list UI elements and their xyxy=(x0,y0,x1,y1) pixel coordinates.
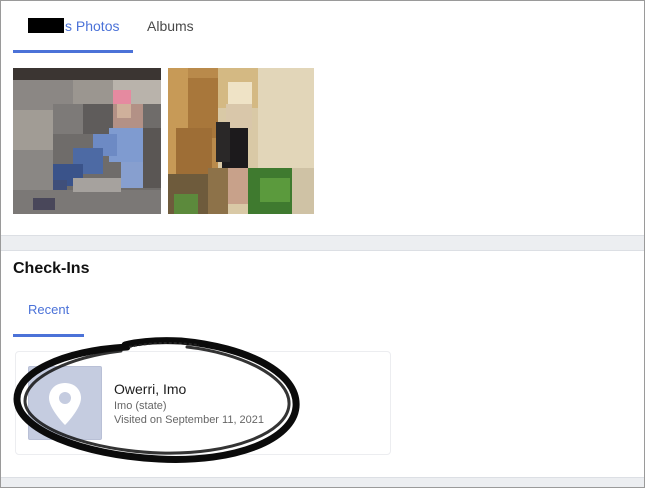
location-pin-icon xyxy=(49,383,81,425)
photo-thumbnail-2[interactable] xyxy=(168,68,314,214)
section-divider xyxy=(1,235,644,251)
checkin-card[interactable]: Owerri, Imo Imo (state) Visited on Septe… xyxy=(15,351,391,455)
place-subtitle: Imo (state) xyxy=(114,400,167,412)
tab-photos-label: s Photos xyxy=(65,18,120,34)
checkins-title: Check-Ins xyxy=(13,260,90,277)
tab-albums[interactable]: Albums xyxy=(147,18,194,34)
tab-recent[interactable]: Recent xyxy=(13,301,84,337)
section-divider-bottom xyxy=(1,477,644,487)
tab-photos[interactable]: s Photos xyxy=(13,1,133,53)
redaction-bar xyxy=(28,18,64,33)
photo-thumbnail-1[interactable] xyxy=(13,68,161,214)
profile-panel: s Photos Albums Check-Ins Recent Owerri,… xyxy=(0,0,645,488)
place-thumbnail xyxy=(28,366,102,440)
tab-recent-label: Recent xyxy=(28,302,70,317)
place-name[interactable]: Owerri, Imo xyxy=(114,381,186,397)
place-visited-date: Visited on September 11, 2021 xyxy=(114,414,265,426)
